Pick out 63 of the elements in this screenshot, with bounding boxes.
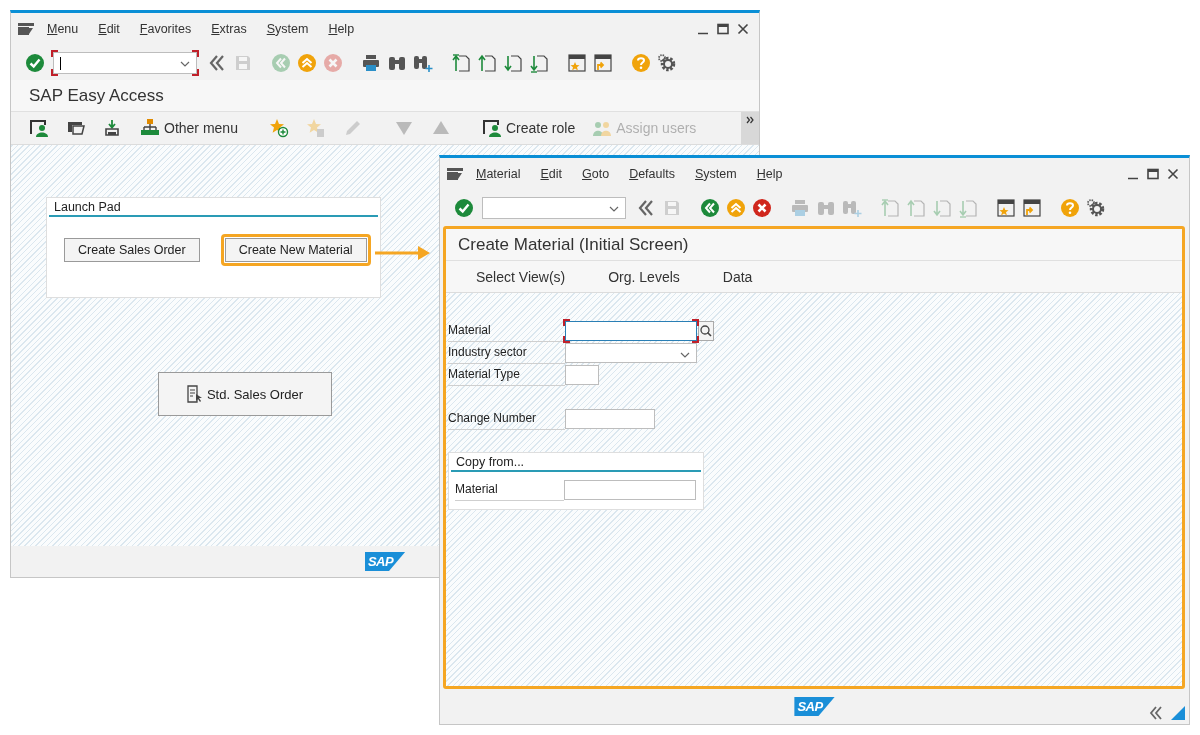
- menu-icon[interactable]: [17, 22, 35, 36]
- toolbar-button[interactable]: Data: [722, 268, 753, 285]
- resize-grip-icon[interactable]: [1171, 706, 1185, 720]
- sap-logo: SAP: [364, 552, 406, 571]
- input-field[interactable]: [565, 409, 655, 429]
- menu-item[interactable]: Extras: [211, 22, 247, 36]
- menu-item[interactable]: Help: [756, 167, 783, 181]
- menu-item[interactable]: Goto: [582, 167, 610, 181]
- printer-icon[interactable]: [361, 52, 381, 73]
- checkmark-icon[interactable]: [454, 197, 474, 218]
- hierarchy-icon: [140, 118, 160, 138]
- page-arrow-up-icon[interactable]: [477, 52, 497, 73]
- dropdown-field[interactable]: [565, 343, 697, 363]
- checkmark-icon[interactable]: [25, 52, 45, 73]
- screen-title: SAP Easy Access: [29, 85, 164, 106]
- document-icon: [186, 385, 203, 403]
- group-title: Launch Pad: [49, 200, 378, 217]
- menu-item[interactable]: Edit: [540, 167, 562, 181]
- screen-title: Create Material (Initial Screen): [458, 234, 689, 255]
- search-icon[interactable]: [698, 321, 714, 341]
- menu-item[interactable]: Edit: [98, 22, 120, 36]
- menu-item[interactable]: Menu: [47, 22, 79, 36]
- caret-icon: [180, 60, 190, 67]
- page-arrow-down-icon[interactable]: [503, 52, 523, 73]
- maximize-icon[interactable]: [717, 23, 729, 35]
- maximize-icon[interactable]: [1147, 168, 1159, 180]
- caret-icon: [609, 205, 619, 212]
- caret-icon: [680, 352, 690, 358]
- menu-item[interactable]: System: [695, 167, 737, 181]
- close-icon[interactable]: [1167, 168, 1179, 180]
- gear-icon[interactable]: [1086, 197, 1106, 218]
- toolbar-button[interactable]: Create role: [481, 118, 576, 138]
- back-icon[interactable]: [700, 197, 720, 218]
- overflow-icon[interactable]: [741, 112, 759, 144]
- transaction-button[interactable]: Std. Sales Order: [158, 372, 332, 416]
- launch-pad-button[interactable]: Create Sales Order: [64, 238, 200, 262]
- close-icon[interactable]: [737, 23, 749, 35]
- toolbar-button[interactable]: Org. Levels: [608, 268, 680, 285]
- sap-logo: SAP: [794, 697, 835, 716]
- toolbar-button[interactable]: Other menu: [140, 118, 238, 138]
- command-field[interactable]: [482, 196, 626, 219]
- page-arrow-down-icon[interactable]: [529, 52, 549, 73]
- page-arrow-up-icon[interactable]: [451, 52, 471, 73]
- user-screen-icon: [481, 118, 502, 138]
- cancel-icon[interactable]: [752, 197, 772, 218]
- menu-item[interactable]: Help: [328, 22, 355, 36]
- gear-icon[interactable]: [657, 52, 677, 73]
- input-field[interactable]: [565, 321, 697, 341]
- launch-pad-button[interactable]: Create New Material: [224, 238, 367, 262]
- menu-item[interactable]: System: [266, 22, 309, 36]
- command-field[interactable]: [53, 51, 197, 74]
- menu-item[interactable]: Material: [476, 167, 521, 181]
- input-field[interactable]: [565, 365, 599, 385]
- menu-icon[interactable]: [446, 167, 464, 181]
- double-chevron-left-icon[interactable]: [1149, 706, 1163, 720]
- user-screen-icon[interactable]: [29, 118, 49, 138]
- menu-item[interactable]: Defaults: [629, 167, 675, 181]
- star-plus-icon[interactable]: [268, 118, 289, 138]
- group-title: Copy from...: [451, 455, 701, 472]
- input-field[interactable]: [564, 480, 696, 500]
- toolbar-button[interactable]: Select View(s): [476, 268, 566, 285]
- arrow: [375, 246, 431, 260]
- menu-item[interactable]: Favorites: [139, 22, 192, 36]
